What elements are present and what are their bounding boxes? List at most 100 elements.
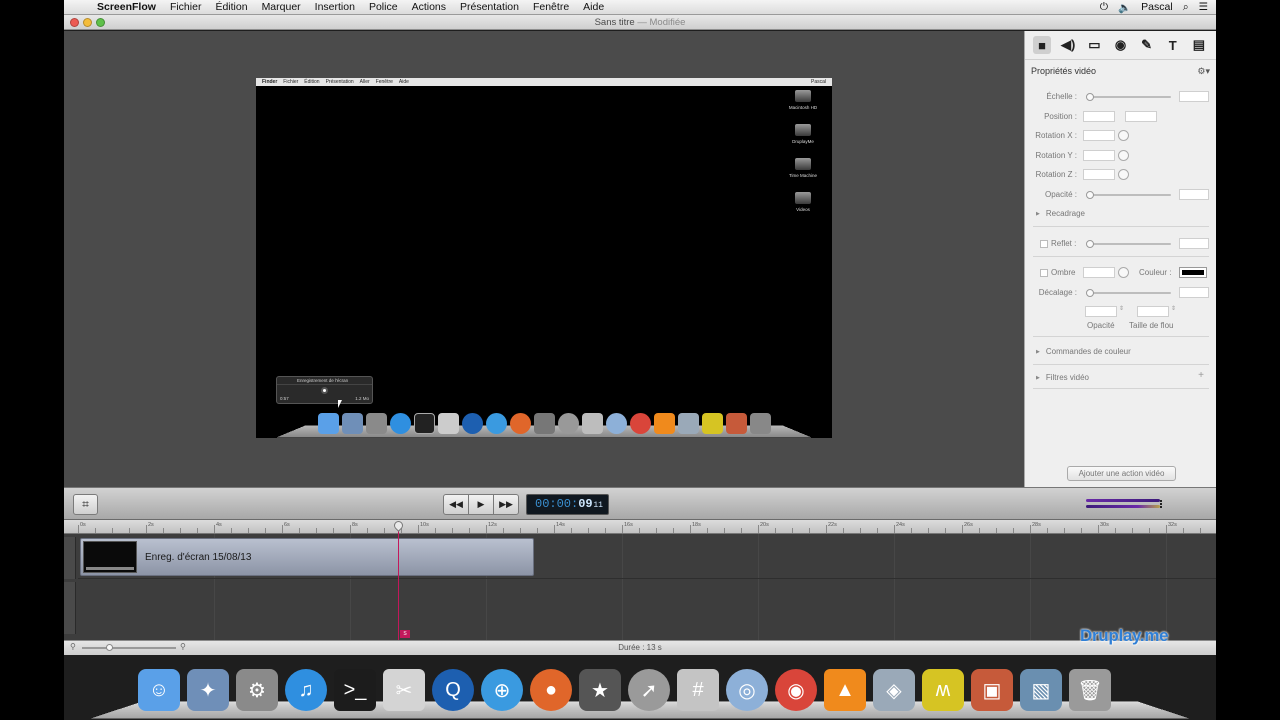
safari-icon[interactable]: ⊕	[481, 669, 523, 711]
menu-fenetre[interactable]: Fenêtre	[526, 1, 576, 13]
fast-forward-icon: ▶▶	[499, 499, 513, 509]
rotation-z-field[interactable]	[1083, 169, 1115, 180]
imovie-icon[interactable]: ★	[579, 669, 621, 711]
menu-actions[interactable]: Actions	[405, 1, 453, 13]
time-ruler[interactable]: 0s 2s 4s 6s 8s 10s 12s 14s 16s 18s 20s 22s 24s 26s 28s…	[64, 520, 1216, 534]
power-icon[interactable]: ⏻	[1100, 1, 1108, 14]
stepper-icon[interactable]: ⇕	[1171, 305, 1176, 312]
terminal-icon[interactable]: >_	[334, 669, 376, 711]
shadow-angle-dial[interactable]	[1118, 267, 1129, 278]
track-1-handle[interactable]	[64, 537, 76, 579]
slider-knob[interactable]	[1086, 191, 1094, 199]
offset-field[interactable]	[1179, 287, 1209, 298]
rotation-x-dial[interactable]	[1118, 130, 1129, 141]
menu-marquer[interactable]: Marquer	[255, 1, 308, 13]
ruler-tick	[894, 525, 895, 533]
position-y-field[interactable]	[1125, 111, 1157, 122]
playhead-line[interactable]	[398, 522, 399, 640]
playhead-marker[interactable]: S	[400, 630, 410, 638]
rotation-y-field[interactable]	[1083, 150, 1115, 161]
shadow-opacity-field[interactable]	[1085, 306, 1117, 317]
calculator-icon[interactable]: #	[677, 669, 719, 711]
slider-knob[interactable]	[1086, 289, 1094, 297]
slider-knob[interactable]	[1086, 93, 1094, 101]
trash-icon[interactable]: 🗑	[1069, 669, 1111, 711]
canvas-area[interactable]: Finder Fichier Édition Présentation Alle…	[64, 31, 1024, 487]
menu-aide[interactable]: Aide	[576, 1, 611, 13]
minimize-window-icon[interactable]	[83, 18, 92, 27]
stepper-icon[interactable]: ⇕	[1119, 305, 1124, 312]
blur-size-field[interactable]	[1137, 306, 1169, 317]
timeline[interactable]: Enreg. d'écran 15/08/13	[64, 534, 1216, 640]
annotation-tab-icon[interactable]: ✎	[1138, 36, 1156, 54]
callout-tab-icon[interactable]: ◉	[1111, 36, 1129, 54]
notification-list-icon[interactable]: ☰	[1199, 1, 1208, 13]
system-preferences-icon[interactable]: ⚙	[236, 669, 278, 711]
finder-icon[interactable]: ☺	[138, 669, 180, 711]
scissors-icon[interactable]: ✂	[383, 669, 425, 711]
preview-app-icon[interactable]: ◈	[873, 669, 915, 711]
shadow-checkbox[interactable]	[1040, 269, 1048, 277]
menu-insertion[interactable]: Insertion	[308, 1, 362, 13]
video-preview[interactable]: Finder Fichier Édition Présentation Alle…	[256, 78, 832, 438]
zoom-window-icon[interactable]	[96, 18, 105, 27]
network-icon[interactable]: ◎	[726, 669, 768, 711]
scale-field[interactable]	[1179, 91, 1209, 102]
ruler-tick	[1030, 525, 1031, 533]
user-name[interactable]: Pascal	[1141, 1, 1173, 13]
screen-recording-tab-icon[interactable]: ▭	[1085, 36, 1103, 54]
druplay-icon[interactable]: ʍ	[922, 669, 964, 711]
menu-fichier[interactable]: Fichier	[163, 1, 209, 13]
quicktime-icon[interactable]: Q	[432, 669, 474, 711]
rotation-z-dial[interactable]	[1118, 169, 1129, 180]
menu-app-screenflow[interactable]: ScreenFlow	[90, 1, 163, 13]
reflection-field[interactable]	[1179, 238, 1209, 249]
ruler-label: 22s	[828, 522, 837, 528]
opacity-field[interactable]	[1179, 189, 1209, 200]
shadow-angle-field[interactable]	[1083, 267, 1115, 278]
ruler-minor-tick	[843, 528, 844, 533]
add-video-action-button[interactable]: Ajouter une action vidéo	[1067, 466, 1176, 481]
media-library-tab-icon[interactable]: ▤	[1190, 36, 1208, 54]
gear-icon[interactable]: ⚙▾	[1197, 60, 1210, 82]
reflection-slider[interactable]	[1086, 240, 1171, 248]
spotlight-search-icon[interactable]: ⌕	[1183, 1, 1189, 14]
itunes-icon[interactable]: ♫	[285, 669, 327, 711]
scale-slider[interactable]	[1086, 93, 1171, 101]
volume-icon[interactable]: 🔈	[1118, 1, 1131, 14]
screen-recording-clip[interactable]: Enreg. d'écran 15/08/13	[80, 538, 534, 576]
add-filter-icon[interactable]: +	[1198, 370, 1204, 381]
launchpad-icon[interactable]: ➚	[628, 669, 670, 711]
track-2-handle[interactable]	[64, 582, 76, 634]
rotation-y-dial[interactable]	[1118, 150, 1129, 161]
preview-icon[interactable]: ✦	[187, 669, 229, 711]
color-controls-section-toggle[interactable]: Commandes de couleur	[1036, 347, 1131, 356]
iphoto-icon[interactable]: ▧	[1020, 669, 1062, 711]
menu-edition[interactable]: Édition	[208, 1, 254, 13]
fast-forward-button[interactable]: ▶▶	[493, 494, 519, 515]
menu-presentation[interactable]: Présentation	[453, 1, 526, 13]
shadow-color-swatch[interactable]	[1179, 267, 1207, 278]
video-filters-section-toggle[interactable]: Filtres vidéo	[1036, 373, 1089, 382]
rotation-x-field[interactable]	[1083, 130, 1115, 141]
audio-level-handle[interactable]	[1160, 500, 1166, 508]
menu-police[interactable]: Police	[362, 1, 405, 13]
text-tab-icon[interactable]: T	[1164, 36, 1182, 54]
timeline-track-2[interactable]	[78, 582, 1216, 634]
audio-properties-tab-icon[interactable]: ◀)	[1059, 36, 1077, 54]
rewind-button[interactable]: ◀◀	[443, 494, 469, 515]
close-window-icon[interactable]	[70, 18, 79, 27]
position-x-field[interactable]	[1083, 111, 1115, 122]
opacity-slider[interactable]	[1086, 191, 1171, 199]
video-properties-tab-icon[interactable]: ■	[1033, 36, 1052, 54]
reflection-checkbox[interactable]	[1040, 240, 1048, 248]
crop-tool-button[interactable]: ⌗	[73, 494, 98, 515]
slider-knob[interactable]	[1086, 240, 1094, 248]
chrome-icon[interactable]: ◉	[775, 669, 817, 711]
offset-slider[interactable]	[1086, 289, 1171, 297]
vlc-icon[interactable]: ▲	[824, 669, 866, 711]
firefox-icon[interactable]: ●	[530, 669, 572, 711]
play-button[interactable]: ▶	[468, 494, 494, 515]
crop-section-toggle[interactable]: Recadrage	[1036, 209, 1085, 218]
keynote-icon[interactable]: ▣	[971, 669, 1013, 711]
